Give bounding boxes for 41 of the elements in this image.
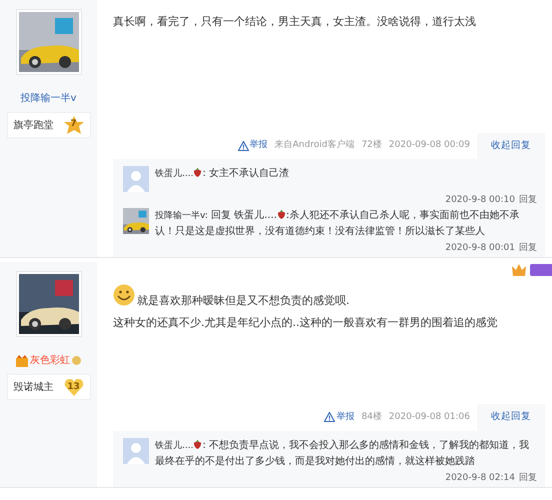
member-badge-icon: [72, 356, 81, 366]
report-link[interactable]: 举报: [324, 410, 354, 424]
collapse-replies-button[interactable]: 收起回复: [477, 133, 545, 160]
floor-number: 84楼: [361, 410, 382, 424]
client-source: 来自Android客户端: [274, 139, 354, 152]
rank-title: 旗亭跑堂: [14, 118, 54, 132]
reply-text: 铁蛋儿.... : 不想负责早点说，我不会投入那么多的感情和金钱，了解我的都知道，我最终在乎的不是付出了多少钱，而是我对她付出的感情，就这样被她践踏: [155, 438, 530, 468]
crown-icon: [512, 264, 526, 276]
avatar-placeholder-icon: [123, 166, 149, 192]
avatar-placeholder-icon: [123, 438, 149, 464]
tag-icon: [530, 264, 552, 276]
level-heart-icon: 13: [64, 378, 84, 396]
post-time: 2020-09-08 00:09: [388, 139, 470, 152]
username-link[interactable]: 铁蛋儿....: [234, 210, 277, 222]
reply-time: 2020-9-8 00:01: [445, 242, 515, 254]
post-text: 就是喜欢那种暧昧但是又不想负责的感觉呗.: [137, 294, 350, 308]
strawberry-icon: [193, 440, 202, 448]
collapse-replies-button[interactable]: 收起回复: [477, 404, 545, 430]
reply-link[interactable]: 回复: [519, 242, 537, 254]
rank-title: 毁诺城主: [14, 380, 54, 395]
username-link[interactable]: 投降输一半v:: [155, 211, 208, 222]
reply-link[interactable]: 回复: [519, 194, 537, 206]
warning-icon: [324, 412, 336, 422]
report-link[interactable]: 举报: [238, 139, 268, 153]
post-text: 这种女的还真不少.尤其是年纪小点的..这种的一般喜欢有一群男的围着追的感觉: [113, 315, 498, 332]
warning-icon: [238, 141, 249, 152]
post-time: 2020-09-08 01:06: [388, 410, 470, 424]
username-link[interactable]: 铁蛋儿....: [155, 440, 194, 450]
username-link[interactable]: 铁蛋儿....: [155, 169, 194, 180]
username-link[interactable]: 投降输一半v: [20, 91, 76, 106]
reply-time: 2020-9-8 02:14: [445, 472, 515, 484]
floor-number: 72楼: [361, 139, 382, 152]
reply-text: 投降输一半v: 回复 铁蛋儿.... :杀人犯还不承认自己杀人呢，事实面前也不由她不承认！只是这是虚拟世界，没有道德约束！没有法律监管！所以滋长了某些人: [155, 208, 520, 240]
post-text: 真长啊，看完了，只有一个结论，男主天真，女主渣。没啥说得，道行太浅: [113, 14, 477, 30]
strawberry-icon: [276, 210, 286, 220]
strawberry-icon: [193, 168, 202, 178]
reply-link[interactable]: 回复: [519, 472, 537, 484]
username-link[interactable]: 灰色彩虹: [30, 353, 70, 368]
level-star-icon: 7: [64, 116, 84, 134]
reply-time: 2020-9-8 00:10: [445, 194, 515, 206]
reply-text: 铁蛋儿.... : 女主不承认自己渣: [155, 166, 290, 182]
